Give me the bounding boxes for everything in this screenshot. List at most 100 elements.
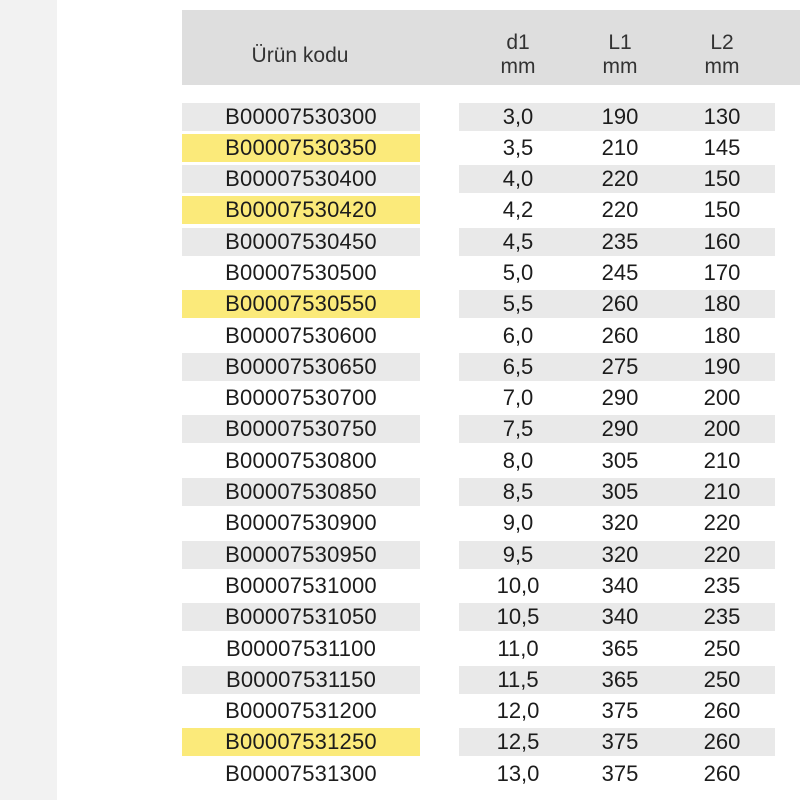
l1-cell: 340 — [601, 604, 639, 630]
l1-cell: 210 — [601, 134, 639, 160]
d1-cell: 7,5 — [502, 416, 534, 442]
l1-cell: 190 — [601, 103, 639, 129]
header-d1-label: d1 — [506, 31, 530, 54]
l2-cell: 200 — [703, 416, 741, 442]
l2-cell: 150 — [703, 166, 741, 192]
product-code-cell: B00007530800 — [225, 447, 377, 473]
l2-cell: 260 — [703, 760, 741, 786]
dimension-cells: 5,5 260 180 — [459, 290, 775, 319]
product-code-cell: B00007531250 — [182, 728, 420, 757]
dimension-cells: 5,0 245 170 — [459, 259, 775, 287]
l2-cell: 260 — [703, 698, 741, 724]
product-code-cell: B00007530550 — [182, 290, 420, 319]
l1-cell: 365 — [601, 666, 639, 692]
l2-cell: 200 — [703, 385, 741, 411]
l2-cell: 250 — [703, 666, 741, 692]
l1-cell: 290 — [601, 416, 639, 442]
d1-cell: 5,5 — [502, 291, 534, 317]
l1-cell: 320 — [601, 510, 639, 536]
l2-cell: 235 — [703, 604, 741, 630]
product-code-cell: B00007530950 — [182, 540, 420, 569]
l1-cell: 375 — [601, 760, 639, 786]
l2-cell: 235 — [703, 572, 741, 598]
dimension-cells: 12,0 375 260 — [459, 697, 775, 725]
l1-cell: 290 — [601, 385, 639, 411]
d1-cell: 3,5 — [502, 134, 534, 160]
dimension-cells: 4,0 220 150 — [459, 165, 775, 194]
d1-cell: 4,5 — [502, 228, 534, 254]
product-code-cell: B00007530350 — [182, 133, 420, 162]
l2-cell: 130 — [703, 103, 741, 129]
d1-cell: 6,0 — [502, 322, 534, 348]
d1-cell: 3,0 — [502, 103, 534, 129]
dimension-cells: 9,5 320 220 — [459, 540, 775, 569]
product-code-cell: B00007531300 — [225, 760, 377, 786]
product-code-cell: B00007530420 — [182, 196, 420, 225]
l2-cell: 170 — [703, 259, 741, 285]
product-code-cell: B00007531100 — [225, 635, 377, 661]
dimension-cells: 7,5 290 200 — [459, 415, 775, 444]
product-code-cell: B00007531150 — [182, 665, 420, 694]
table-header: Ürün kodu d1 mm L1 mm L2 mm — [182, 10, 800, 85]
product-code-cell: B00007530900 — [225, 510, 377, 536]
l2-cell: 250 — [703, 635, 741, 661]
d1-cell: 4,2 — [502, 197, 534, 223]
d1-cell: 10,0 — [496, 572, 540, 598]
dimension-cells: 6,0 260 180 — [459, 322, 775, 350]
header-l2-unit: mm — [704, 55, 740, 78]
product-code-cell: B00007530750 — [182, 415, 420, 444]
product-code-cell: B00007530450 — [182, 227, 420, 256]
d1-cell: 5,0 — [502, 259, 534, 285]
l2-cell: 220 — [703, 510, 741, 536]
product-code-cell: B00007531050 — [182, 603, 420, 632]
dimension-cells: 8,0 305 210 — [459, 447, 775, 475]
product-code-cell: B00007530650 — [182, 352, 420, 381]
d1-cell: 12,0 — [496, 698, 540, 724]
left-margin-strip — [0, 0, 57, 800]
header-d1-unit: mm — [500, 55, 536, 78]
product-code-cell: B00007531200 — [225, 698, 377, 724]
dimension-cells: 7,0 290 200 — [459, 384, 775, 412]
l1-cell: 365 — [601, 635, 639, 661]
l2-cell: 145 — [703, 134, 741, 160]
l2-cell: 260 — [703, 729, 741, 755]
l1-cell: 245 — [601, 259, 639, 285]
l1-cell: 220 — [601, 197, 639, 223]
d1-cell: 13,0 — [496, 760, 540, 786]
product-code-cell: B00007530700 — [225, 385, 377, 411]
header-l2: L2 mm — [682, 31, 762, 79]
dimension-cells: 10,5 340 235 — [459, 603, 775, 632]
d1-cell: 8,0 — [502, 447, 534, 473]
l2-cell: 180 — [703, 291, 741, 317]
d1-cell: 6,5 — [502, 353, 534, 379]
l2-cell: 180 — [703, 322, 741, 348]
header-d1: d1 mm — [478, 31, 558, 79]
l1-cell: 375 — [601, 729, 639, 755]
l2-cell: 210 — [703, 479, 741, 505]
l1-cell: 305 — [601, 447, 639, 473]
dimension-cells: 11,0 365 250 — [459, 635, 775, 663]
product-code-cell: B00007530400 — [182, 165, 420, 194]
dimension-cells: 3,0 190 130 — [459, 102, 775, 131]
header-l2-label: L2 — [710, 31, 734, 54]
dimension-cells: 3,5 210 145 — [459, 134, 775, 162]
d1-cell: 9,0 — [502, 510, 534, 536]
l1-cell: 235 — [601, 228, 639, 254]
l1-cell: 375 — [601, 698, 639, 724]
d1-cell: 12,5 — [496, 729, 540, 755]
header-l1-unit: mm — [602, 55, 638, 78]
header-l1-label: L1 — [608, 31, 632, 54]
dimension-cells: 6,5 275 190 — [459, 352, 775, 381]
dimension-cells: 4,5 235 160 — [459, 227, 775, 256]
l1-cell: 260 — [601, 291, 639, 317]
l1-cell: 220 — [601, 166, 639, 192]
product-code-cell: B00007530500 — [225, 259, 377, 285]
d1-cell: 7,0 — [502, 385, 534, 411]
l1-cell: 320 — [601, 541, 639, 567]
dimension-cells: 12,5 375 260 — [459, 728, 775, 757]
d1-cell: 8,5 — [502, 479, 534, 505]
d1-cell: 10,5 — [496, 604, 540, 630]
dimension-cells: 4,2 220 150 — [459, 196, 775, 224]
product-code-cell: B00007530600 — [225, 322, 377, 348]
product-table: Ürün kodu d1 mm L1 mm L2 mm B00007530300… — [182, 10, 800, 800]
